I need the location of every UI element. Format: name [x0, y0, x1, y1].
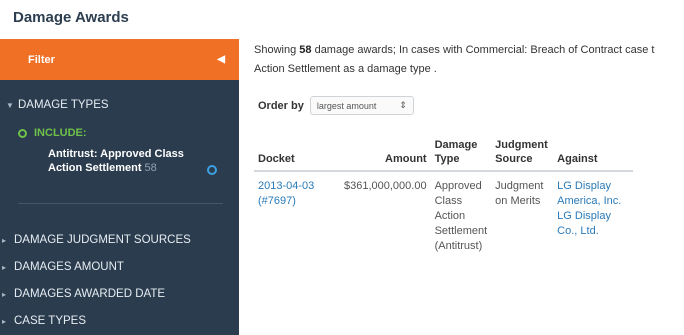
facet-item[interactable]: Antitrust: Approved Class Action Settlem…	[48, 147, 198, 175]
facet-label: Antitrust: Approved Class Action Settlem…	[48, 148, 184, 174]
chevron-left-icon[interactable]: ◀	[217, 54, 225, 65]
amount-cell: $361,000,000.00	[344, 180, 427, 192]
against-link[interactable]: LG Display Co., Ltd.	[557, 210, 611, 237]
filter-label: Filter	[28, 53, 55, 66]
facet-count: 58	[144, 162, 157, 174]
col-judgment-source[interactable]: Judgment Source	[491, 134, 554, 172]
damages-table: Docket Amount Damage Type Judgment Sourc…	[254, 134, 634, 261]
order-by: Order by largest amount ⇕	[258, 96, 414, 115]
circle-remove-icon[interactable]	[207, 165, 217, 175]
col-docket[interactable]: Docket	[254, 134, 340, 172]
caret-right-icon: ▸	[2, 289, 7, 299]
page-title: Damage Awards	[13, 9, 129, 26]
col-amount[interactable]: Amount	[340, 134, 431, 172]
caret-down-icon: ▼	[6, 100, 14, 110]
section-damages-awarded-date[interactable]: ▸ DAMAGES AWARDED DATE	[2, 288, 165, 300]
col-against[interactable]: Against	[553, 134, 634, 172]
col-damage-type[interactable]: Damage Type	[430, 134, 492, 172]
results-summary: Showing 58 damage awards; In cases with …	[254, 44, 655, 75]
updown-icon: ⇕	[399, 100, 407, 110]
against-cell: LG Display America, Inc. LG Display Co.,…	[553, 171, 633, 261]
against-link[interactable]: LG Display America, Inc.	[557, 180, 621, 207]
order-by-select[interactable]: largest amount ⇕	[309, 96, 414, 115]
section-damage-judgment-sources[interactable]: ▸ DAMAGE JUDGMENT SOURCES	[2, 234, 191, 246]
section-label: DAMAGES AMOUNT	[14, 261, 124, 273]
table-header-row: Docket Amount Damage Type Judgment Sourc…	[254, 134, 634, 172]
section-damages-amount[interactable]: ▸ DAMAGES AMOUNT	[2, 261, 124, 273]
damage-type-cell: Approved Class Action Settlement (Antitr…	[434, 180, 488, 252]
filter-toggle[interactable]: Filter ◀	[0, 39, 239, 80]
section-label: DAMAGE TYPES	[18, 99, 109, 111]
section-case-types[interactable]: ▸ CASE TYPES	[2, 315, 86, 327]
result-count: 58	[299, 44, 312, 56]
circle-icon	[18, 128, 27, 138]
order-by-label: Order by	[258, 99, 304, 112]
section-label: CASE TYPES	[14, 315, 87, 327]
include-label: INCLUDE:	[18, 127, 87, 139]
judgment-source-cell: Judgment on Merits	[495, 180, 544, 207]
caret-right-icon: ▸	[2, 235, 7, 245]
section-damage-types[interactable]: ▼ DAMAGE TYPES	[6, 99, 109, 111]
caret-right-icon: ▸	[2, 262, 7, 272]
docket-link[interactable]: 2013-04-03 (#7697)	[258, 180, 314, 207]
table-row: 2013-04-03 (#7697) $361,000,000.00 Appro…	[254, 171, 633, 261]
caret-right-icon: ▸	[2, 316, 7, 326]
section-label: DAMAGE JUDGMENT SOURCES	[14, 234, 191, 246]
section-label: DAMAGES AWARDED DATE	[14, 288, 166, 300]
divider	[18, 203, 223, 204]
